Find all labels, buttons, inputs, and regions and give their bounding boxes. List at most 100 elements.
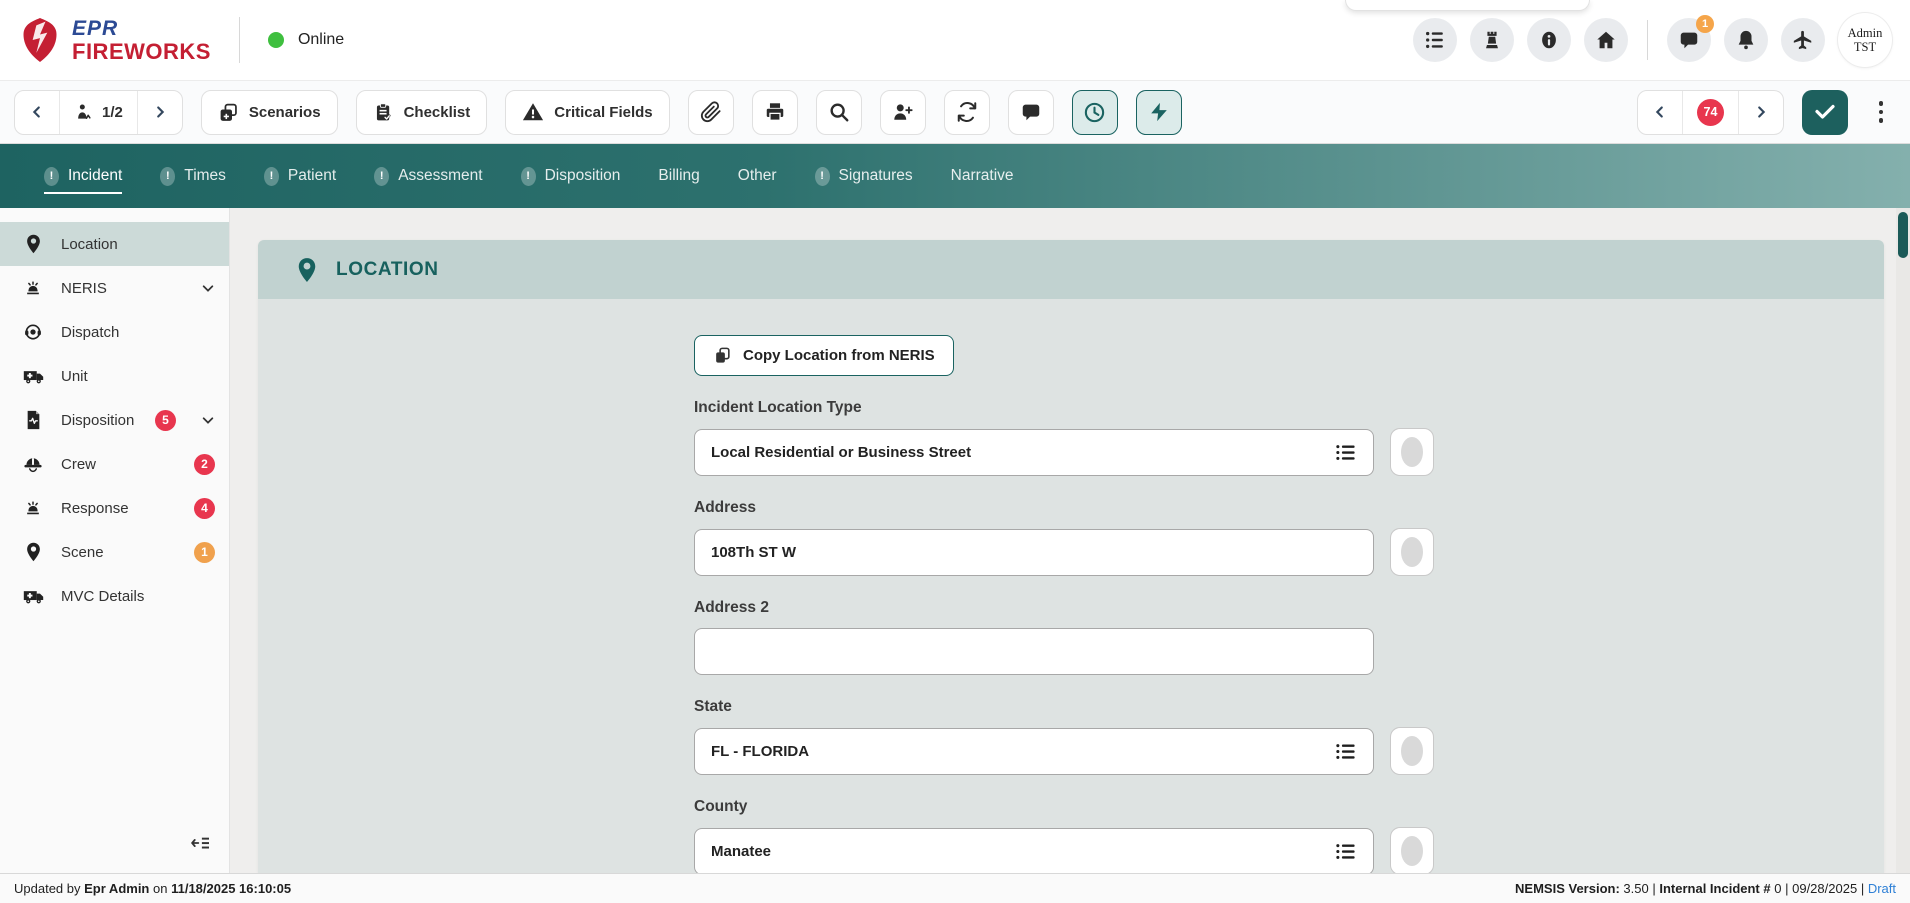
- alert-icon: !: [160, 167, 175, 186]
- address-2-input[interactable]: [694, 628, 1374, 675]
- user-name-line2: TST: [1854, 40, 1876, 54]
- sidebar-item-neris[interactable]: NERIS: [0, 266, 229, 310]
- sidebar-item-label: Crew: [61, 456, 96, 473]
- scenarios-button[interactable]: Scenarios: [201, 90, 338, 135]
- ambulance-icon: [22, 587, 44, 605]
- incident-location-type-input[interactable]: Local Residential or Business Street: [694, 429, 1374, 476]
- app-logo[interactable]: EPR FIREWORKS: [18, 16, 211, 64]
- document-icon: [22, 410, 44, 430]
- record-toolbar: 1/2 Scenarios Checklist Critical Fields: [0, 80, 1910, 144]
- tab-label: Other: [738, 167, 777, 185]
- tab-label: Narrative: [951, 167, 1014, 185]
- print-icon: [764, 101, 786, 123]
- chat-icon: [1678, 29, 1700, 51]
- alerts-count-badge: 74: [1697, 99, 1724, 126]
- helmet-icon: [22, 455, 44, 473]
- incident-date: 09/28/2025: [1792, 881, 1857, 896]
- alerts-previous-button[interactable]: [1638, 91, 1683, 134]
- sync-button[interactable]: [944, 90, 990, 135]
- field-status-button[interactable]: [1390, 727, 1434, 775]
- user-avatar[interactable]: Admin TST: [1838, 13, 1892, 67]
- messages-button[interactable]: 1: [1667, 18, 1711, 62]
- alert-icon: !: [264, 167, 279, 186]
- vertical-scrollbar[interactable]: [1896, 208, 1910, 873]
- travel-mode-button[interactable]: [1781, 18, 1825, 62]
- chat-icon: [1020, 101, 1042, 123]
- tab-billing[interactable]: Billing: [658, 159, 699, 193]
- critical-fields-label: Critical Fields: [554, 104, 652, 121]
- previous-record-button[interactable]: [15, 91, 60, 134]
- tab-incident[interactable]: ! Incident: [44, 159, 122, 194]
- internal-incident-label: Internal Incident #: [1659, 881, 1770, 896]
- sidebar-collapse-button[interactable]: [191, 835, 211, 851]
- tab-patient[interactable]: ! Patient: [264, 159, 336, 194]
- user-name-line1: Admin: [1848, 26, 1883, 40]
- crew-badge: 2: [194, 454, 215, 475]
- info-button[interactable]: [1527, 18, 1571, 62]
- sidebar-item-crew[interactable]: Crew 2: [0, 442, 229, 486]
- print-button[interactable]: [752, 90, 798, 135]
- tab-assessment[interactable]: ! Assessment: [374, 159, 482, 194]
- sidebar-item-disposition[interactable]: Disposition 5: [0, 398, 229, 442]
- alerts-count-button[interactable]: 74: [1683, 91, 1739, 134]
- logo-line1: EPR: [72, 18, 211, 39]
- status-oval-icon: [1401, 537, 1423, 567]
- tab-times[interactable]: ! Times: [160, 159, 226, 194]
- tab-disposition[interactable]: ! Disposition: [521, 159, 621, 194]
- tab-label: Incident: [68, 167, 122, 185]
- sidebar-item-mvc-details[interactable]: MVC Details: [0, 574, 229, 618]
- copy-location-from-neris-button[interactable]: Copy Location from NERIS: [694, 335, 954, 376]
- county-input[interactable]: Manatee: [694, 828, 1374, 874]
- tab-narrative[interactable]: Narrative: [951, 159, 1014, 193]
- critical-fields-button[interactable]: Critical Fields: [505, 90, 669, 135]
- notifications-button[interactable]: [1724, 18, 1768, 62]
- checklist-button[interactable]: Checklist: [356, 90, 488, 135]
- updated-by-user: Epr Admin: [84, 881, 149, 896]
- quick-actions-button[interactable]: [1136, 90, 1182, 135]
- nemsis-version-label: NEMSIS Version:: [1515, 881, 1620, 896]
- scrollbar-thumb[interactable]: [1898, 212, 1908, 258]
- attachments-button[interactable]: [688, 90, 734, 135]
- record-counter-button[interactable]: 1/2: [60, 91, 138, 134]
- search-button[interactable]: [816, 90, 862, 135]
- draft-status-link[interactable]: Draft: [1868, 881, 1896, 896]
- sidebar-item-response[interactable]: Response 4: [0, 486, 229, 530]
- alerts-next-button[interactable]: [1739, 91, 1783, 134]
- sidebar-item-dispatch[interactable]: Dispatch: [0, 310, 229, 354]
- home-button[interactable]: [1584, 18, 1628, 62]
- times-quick-button[interactable]: [1072, 90, 1118, 135]
- field-label: County: [694, 795, 1884, 819]
- alert-icon: !: [521, 167, 536, 186]
- last-updated-text: Updated by Epr Admin on 11/18/2025 16:10…: [14, 881, 291, 896]
- sidebar-item-location[interactable]: Location: [0, 222, 229, 266]
- field-status-button[interactable]: [1390, 428, 1434, 476]
- tab-label: Patient: [288, 167, 336, 185]
- pin-icon: [22, 234, 44, 254]
- state-input[interactable]: FL - FLORIDA: [694, 728, 1374, 775]
- clock-icon: [1083, 101, 1106, 124]
- address-input[interactable]: 108Th ST W: [694, 529, 1374, 576]
- more-options-button[interactable]: [1866, 90, 1896, 135]
- field-status-button[interactable]: [1390, 827, 1434, 873]
- sidebar-item-label: Disposition: [61, 412, 134, 429]
- tab-signatures[interactable]: ! Signatures: [815, 159, 913, 194]
- comments-button[interactable]: [1008, 90, 1054, 135]
- sidebar-item-scene[interactable]: Scene 1: [0, 530, 229, 574]
- list-picker-icon[interactable]: [1335, 443, 1357, 462]
- list-picker-icon[interactable]: [1335, 842, 1357, 861]
- list-menu-button[interactable]: [1413, 18, 1457, 62]
- tab-other[interactable]: Other: [738, 159, 777, 193]
- scenarios-icon: [218, 102, 239, 123]
- station-tower-icon: [1481, 29, 1503, 51]
- add-person-button[interactable]: [880, 90, 926, 135]
- app-header: EPR FIREWORKS Online: [0, 0, 1910, 80]
- station-tower-button[interactable]: [1470, 18, 1514, 62]
- list-picker-icon[interactable]: [1335, 742, 1357, 761]
- tab-label: Times: [184, 167, 226, 185]
- next-record-button[interactable]: [138, 91, 182, 134]
- save-validate-button[interactable]: [1802, 90, 1848, 135]
- lightning-icon: [1148, 101, 1170, 123]
- field-status-button[interactable]: [1390, 528, 1434, 576]
- section-tabs: ! Incident ! Times ! Patient ! Assessmen…: [0, 144, 1910, 208]
- sidebar-item-unit[interactable]: Unit: [0, 354, 229, 398]
